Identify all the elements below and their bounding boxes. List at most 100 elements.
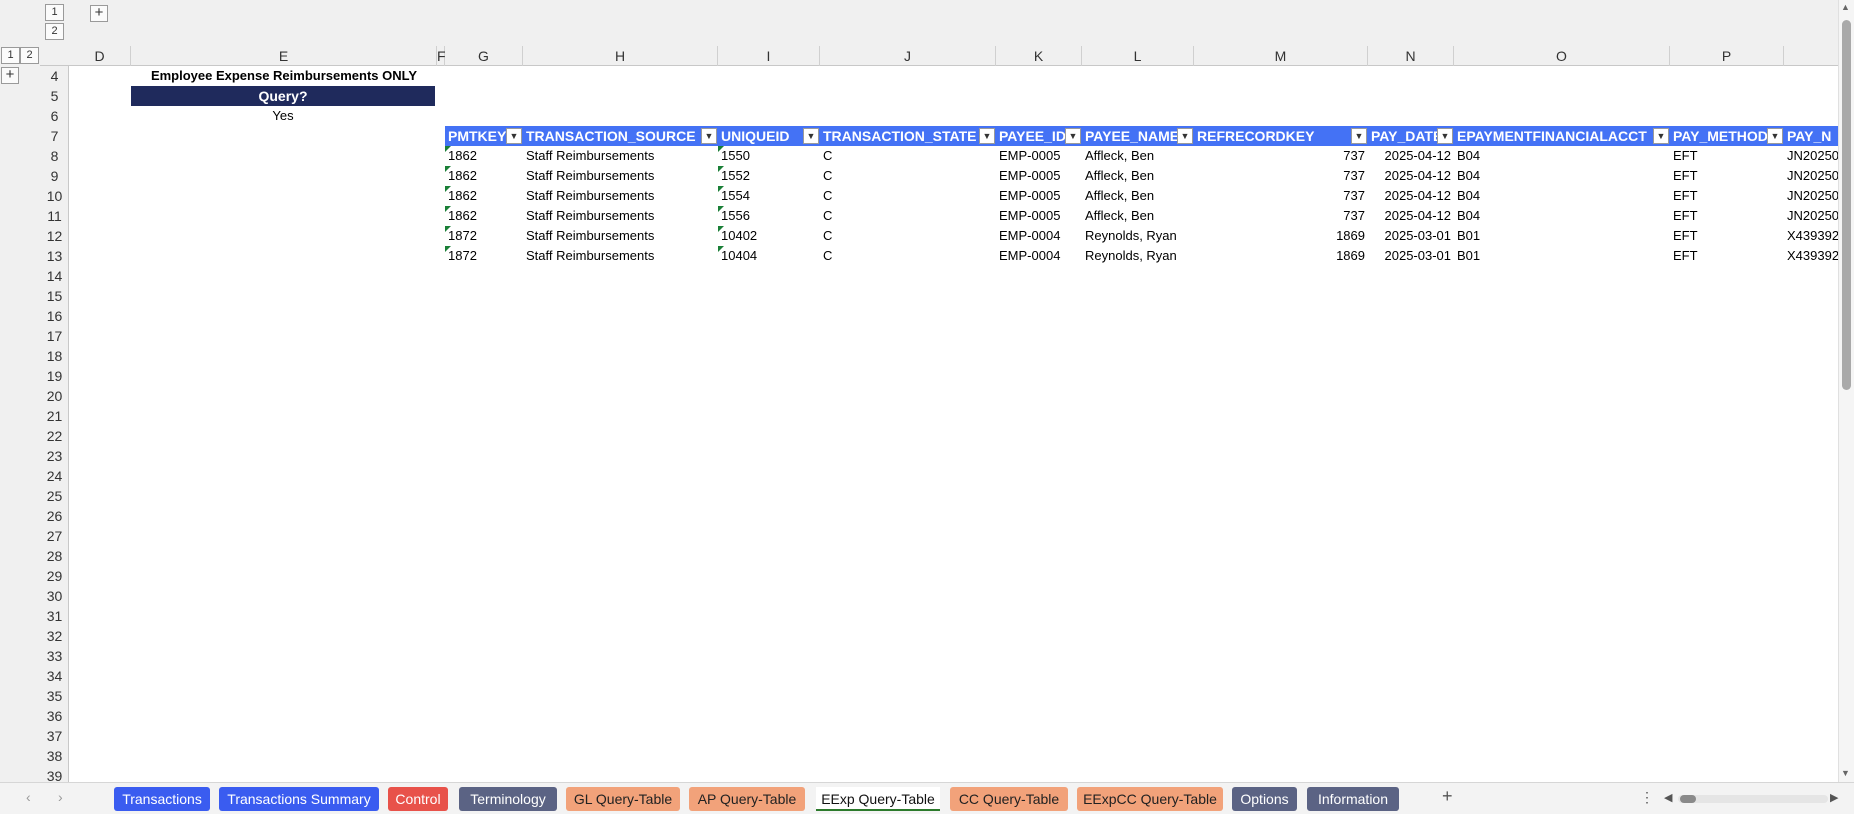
table-cell[interactable]: 2025-04-12 [1368,186,1454,206]
horizontal-scroll-thumb[interactable] [1680,795,1696,803]
row-header-32[interactable]: 32 [40,626,69,646]
filter-dropdown-icon[interactable]: ▼ [1065,128,1081,144]
row-header-35[interactable]: 35 [40,686,69,706]
table-cell[interactable]: C [820,166,996,186]
previous-sheet-icon[interactable]: ‹ [26,789,31,805]
row-header-31[interactable]: 31 [40,606,69,626]
row-header-38[interactable]: 38 [40,746,69,766]
column-header-k[interactable]: K [996,46,1082,66]
table-cell[interactable]: Reynolds, Ryan [1082,226,1194,246]
row-header-15[interactable]: 15 [40,286,69,306]
table-cell[interactable]: Affleck, Ben [1082,206,1194,226]
table-cell[interactable]: EMP-0004 [996,246,1082,266]
row-header-13[interactable]: 13 [40,246,69,266]
horizontal-scrollbar-track[interactable] [1678,795,1828,803]
table-cell[interactable]: EFT [1670,186,1784,206]
add-sheet-icon[interactable]: + [1442,786,1453,807]
column-header-g[interactable]: G [445,46,523,66]
table-cell[interactable]: EFT [1670,166,1784,186]
next-sheet-icon[interactable]: › [58,789,63,805]
table-cell[interactable]: EFT [1670,206,1784,226]
expand-group-icon[interactable]: + [90,5,108,22]
row-header-21[interactable]: 21 [40,406,69,426]
row-header-14[interactable]: 14 [40,266,69,286]
column-header-o[interactable]: O [1454,46,1670,66]
table-cell[interactable]: C [820,186,996,206]
table-cell[interactable]: 10402 [718,226,820,246]
filter-dropdown-icon[interactable]: ▼ [1437,128,1453,144]
table-cell[interactable]: 1872 [445,226,523,246]
table-cell[interactable]: Affleck, Ben [1082,146,1194,166]
column-header-m[interactable]: M [1194,46,1368,66]
table-cell[interactable]: JN20250 [1784,166,1838,186]
table-cell[interactable]: 2025-04-12 [1368,166,1454,186]
table-cell[interactable]: 1552 [718,166,820,186]
sheet-tab-cc-query-table[interactable]: CC Query-Table [950,787,1068,811]
scroll-down-icon[interactable]: ▼ [1841,768,1850,778]
table-cell[interactable]: Staff Reimbursements [523,166,718,186]
sheet-tab-transactions[interactable]: Transactions [114,787,210,811]
table-cell[interactable]: 1872 [445,246,523,266]
row-header-30[interactable]: 30 [40,586,69,606]
scroll-right-icon[interactable]: ▶ [1830,791,1838,804]
expand-row-group-icon[interactable]: + [1,67,19,84]
row-header-17[interactable]: 17 [40,326,69,346]
sheet-tab-eexp-query-table[interactable]: EExp Query-Table [816,787,940,811]
vertical-scrollbar[interactable]: ▲ ▼ [1838,0,1854,782]
filter-dropdown-icon[interactable]: ▼ [1351,128,1367,144]
table-cell[interactable]: 1862 [445,166,523,186]
sheet-tab-transactions-summary[interactable]: Transactions Summary [219,787,379,811]
query-value-cell[interactable]: Yes [131,106,435,126]
filter-dropdown-icon[interactable]: ▼ [506,128,522,144]
column-header-e[interactable]: E [131,46,437,66]
sheet-tab-options[interactable]: Options [1232,787,1297,811]
table-cell[interactable]: 1862 [445,206,523,226]
table-cell[interactable]: EMP-0004 [996,226,1082,246]
row-header-9[interactable]: 9 [40,166,69,186]
table-cell[interactable]: EFT [1670,246,1784,266]
table-cell[interactable]: JN20250 [1784,146,1838,166]
column-header-i[interactable]: I [718,46,820,66]
vertical-scroll-thumb[interactable] [1842,20,1851,390]
filter-dropdown-icon[interactable]: ▼ [1653,128,1669,144]
table-cell[interactable]: 10404 [718,246,820,266]
table-cell[interactable]: Staff Reimbursements [523,146,718,166]
table-cell[interactable]: EMP-0005 [996,146,1082,166]
table-cell[interactable]: EMP-0005 [996,186,1082,206]
row-header-29[interactable]: 29 [40,566,69,586]
filter-dropdown-icon[interactable]: ▼ [1177,128,1193,144]
row-header-19[interactable]: 19 [40,366,69,386]
column-header-l[interactable]: L [1082,46,1194,66]
table-cell[interactable]: JN20250 [1784,186,1838,206]
filter-dropdown-icon[interactable]: ▼ [803,128,819,144]
row-header-22[interactable]: 22 [40,426,69,446]
table-cell[interactable]: C [820,246,996,266]
table-cell[interactable]: X439392 [1784,246,1838,266]
table-cell[interactable]: B04 [1454,166,1670,186]
sheet-tab-ap-query-table[interactable]: AP Query-Table [689,787,805,811]
table-cell[interactable]: 2025-03-01 [1368,226,1454,246]
table-cell[interactable]: B04 [1454,146,1670,166]
row-outline-level-1-button[interactable]: 1 [1,47,20,64]
sheet-tab-gl-query-table[interactable]: GL Query-Table [566,787,680,811]
table-cell[interactable]: 737 [1194,146,1368,166]
table-cell[interactable]: Affleck, Ben [1082,166,1194,186]
table-cell[interactable]: Staff Reimbursements [523,246,718,266]
table-cell[interactable]: 1550 [718,146,820,166]
filter-dropdown-icon[interactable]: ▼ [701,128,717,144]
column-header-n[interactable]: N [1368,46,1454,66]
row-header-36[interactable]: 36 [40,706,69,726]
row-header-33[interactable]: 33 [40,646,69,666]
table-cell[interactable]: 1869 [1194,226,1368,246]
table-cell[interactable]: 1556 [718,206,820,226]
sheet-tab-terminology[interactable]: Terminology [459,787,557,811]
row-header-12[interactable]: 12 [40,226,69,246]
row-header-26[interactable]: 26 [40,506,69,526]
filter-dropdown-icon[interactable]: ▼ [979,128,995,144]
row-header-11[interactable]: 11 [40,206,69,226]
table-cell[interactable]: Staff Reimbursements [523,206,718,226]
row-header-37[interactable]: 37 [40,726,69,746]
table-cell[interactable]: 1554 [718,186,820,206]
table-cell[interactable]: EFT [1670,146,1784,166]
table-cell[interactable]: Staff Reimbursements [523,186,718,206]
